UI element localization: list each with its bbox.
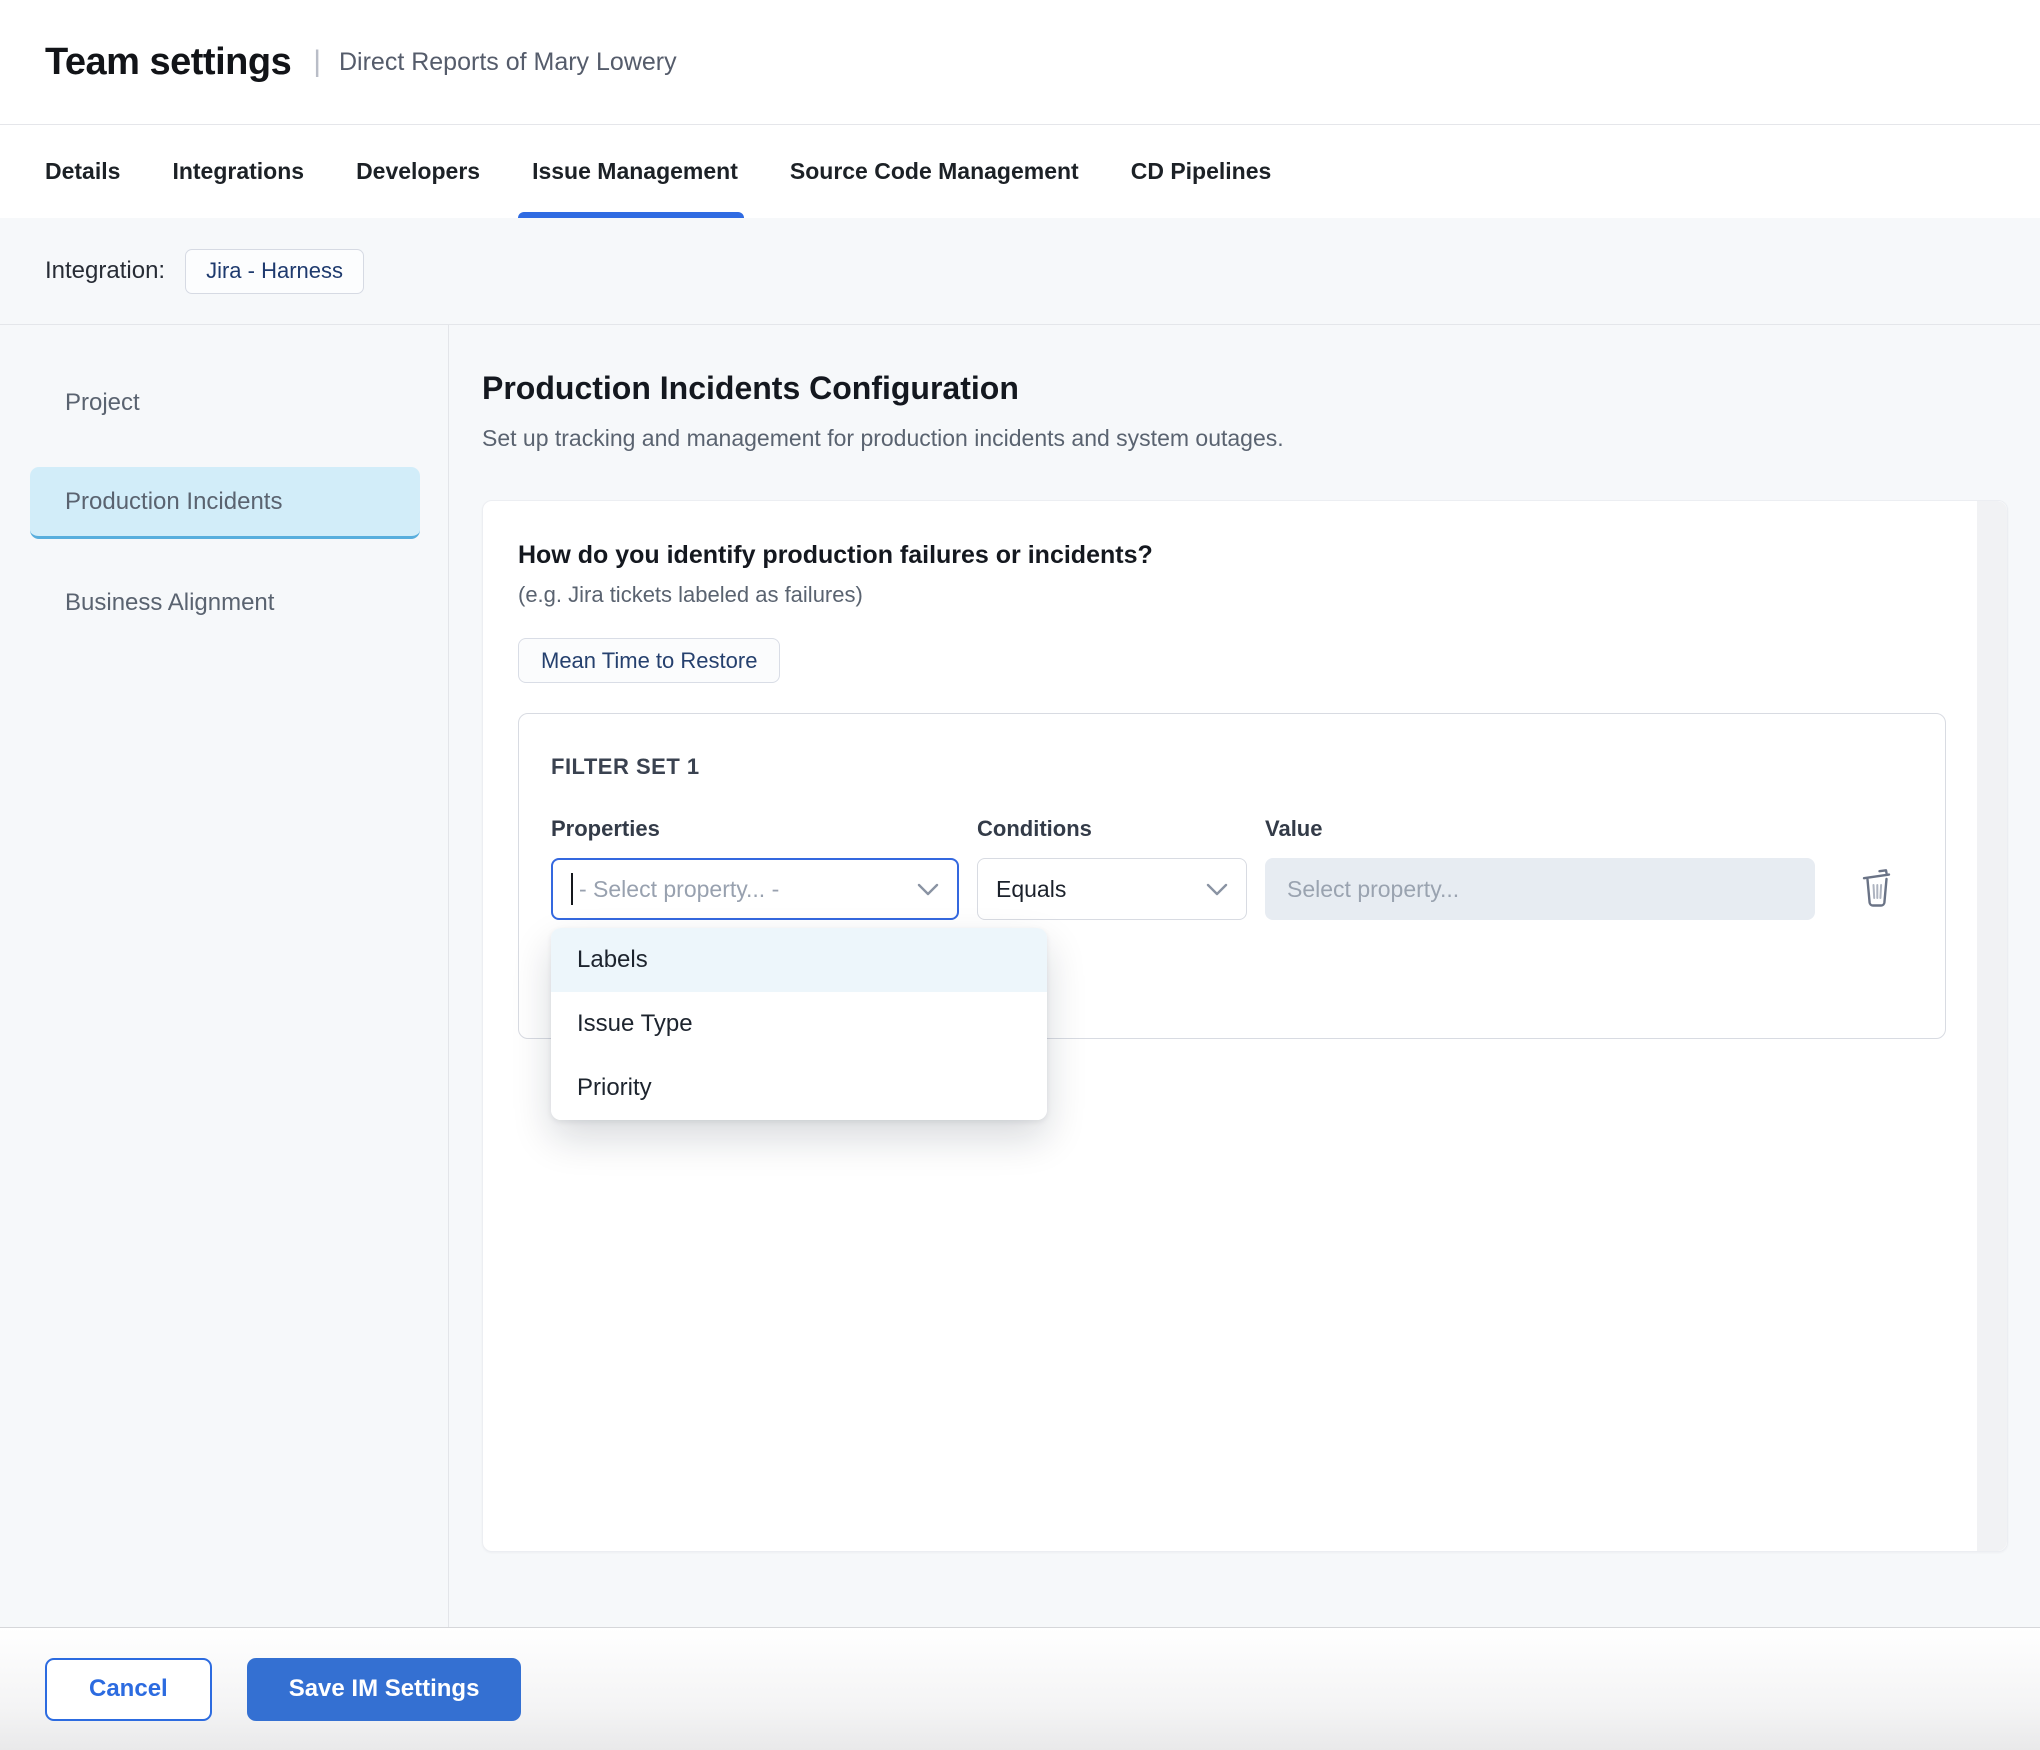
main-panel: Production Incidents Configuration Set u… xyxy=(449,325,2040,1627)
page-header: Team settings | Direct Reports of Mary L… xyxy=(0,0,2040,125)
tab-developers[interactable]: Developers xyxy=(356,125,480,218)
chevron-down-icon xyxy=(1206,876,1228,903)
integration-chip[interactable]: Jira - Harness xyxy=(185,249,364,294)
property-select-placeholder: - Select property... - xyxy=(579,876,907,903)
tab-integrations[interactable]: Integrations xyxy=(172,125,304,218)
card-scrollbar[interactable] xyxy=(1977,501,2007,1551)
cancel-button[interactable]: Cancel xyxy=(45,1658,212,1721)
filter-set-title: FILTER SET 1 xyxy=(551,754,1913,780)
question-hint: (e.g. Jira tickets labeled as failures) xyxy=(518,582,1972,608)
condition-select-value: Equals xyxy=(996,876,1066,903)
integration-row: Integration: Jira - Harness xyxy=(0,218,2040,325)
dropdown-option-issue-type[interactable]: Issue Type xyxy=(551,992,1047,1056)
trash-icon xyxy=(1857,866,1897,913)
page-subtitle: Direct Reports of Mary Lowery xyxy=(339,48,677,77)
property-dropdown: Labels Issue Type Priority xyxy=(551,928,1047,1120)
title-separator: | xyxy=(313,45,321,79)
condition-select[interactable]: Equals xyxy=(977,858,1247,920)
dropdown-option-labels[interactable]: Labels xyxy=(551,928,1047,992)
section-subtitle: Set up tracking and management for produ… xyxy=(482,425,2008,452)
delete-filter-button[interactable] xyxy=(1851,863,1903,915)
page-title: Team settings xyxy=(45,41,291,84)
metric-tab-mean-time-to-restore[interactable]: Mean Time to Restore xyxy=(518,638,780,683)
tab-cd-pipelines[interactable]: CD Pipelines xyxy=(1131,125,1272,218)
column-label-properties: Properties xyxy=(551,816,959,842)
chevron-down-icon xyxy=(917,876,939,903)
filter-set-card: FILTER SET 1 Properties Conditions Value… xyxy=(518,713,1946,1039)
question-heading: How do you identify production failures … xyxy=(518,541,1972,570)
integration-label: Integration: xyxy=(45,257,165,285)
text-caret xyxy=(571,873,573,905)
settings-sidebar: Project Production Incidents Business Al… xyxy=(0,325,449,1627)
sidebar-item-project[interactable]: Project xyxy=(30,367,420,439)
column-label-value: Value xyxy=(1265,816,1815,842)
tab-issue-management[interactable]: Issue Management xyxy=(532,125,738,218)
save-im-settings-button[interactable]: Save IM Settings xyxy=(247,1658,522,1721)
footer-bar: Cancel Save IM Settings xyxy=(0,1627,2040,1750)
column-label-conditions: Conditions xyxy=(977,816,1247,842)
dropdown-option-priority[interactable]: Priority xyxy=(551,1056,1047,1120)
property-select[interactable]: - Select property... - Labels Issue Type… xyxy=(551,858,959,920)
incidents-config-card: How do you identify production failures … xyxy=(482,500,2008,1552)
content-area: Integration: Jira - Harness Project Prod… xyxy=(0,218,2040,1627)
value-input[interactable] xyxy=(1265,858,1815,920)
section-title: Production Incidents Configuration xyxy=(482,370,2008,407)
sidebar-item-business-alignment[interactable]: Business Alignment xyxy=(30,567,420,639)
tab-details[interactable]: Details xyxy=(45,125,120,218)
tab-source-code-management[interactable]: Source Code Management xyxy=(790,125,1079,218)
tab-bar: Details Integrations Developers Issue Ma… xyxy=(0,125,2040,218)
sidebar-item-production-incidents[interactable]: Production Incidents xyxy=(30,467,420,539)
